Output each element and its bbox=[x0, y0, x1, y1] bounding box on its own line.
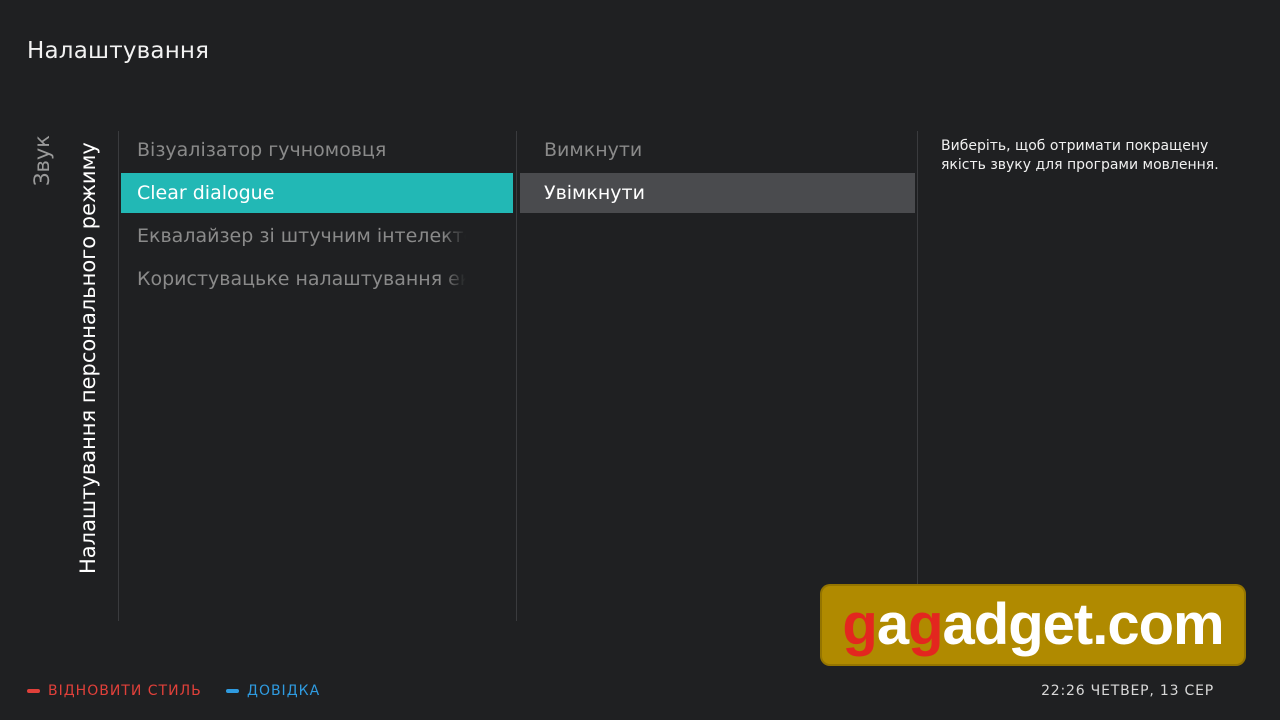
settings-screen: Налаштування Звук Налаштування персональ… bbox=[0, 0, 1280, 720]
blue-key-icon bbox=[226, 689, 239, 693]
breadcrumb-current: Налаштування персонального режиму bbox=[76, 142, 100, 574]
column-divider bbox=[516, 131, 517, 621]
menu-item-custom-equalizer[interactable]: Користувацьке налаштування еквалайзера bbox=[121, 259, 513, 299]
help-text: Виберіть, щоб отримати покращену якість … bbox=[941, 138, 1219, 173]
help-button[interactable]: ДОВІДКА bbox=[226, 683, 320, 699]
watermark-text: gagadget.com bbox=[842, 592, 1224, 657]
menu-item-ai-equalizer[interactable]: Еквалайзер зі штучним інтелектом bbox=[121, 216, 513, 256]
option-list: Вимкнути Увімкнути bbox=[520, 130, 915, 216]
menu-item-clear-dialogue[interactable]: Clear dialogue bbox=[121, 173, 513, 213]
settings-menu: Візуалізатор гучномовця Clear dialogue Е… bbox=[121, 130, 513, 302]
restore-style-button[interactable]: ВІДНОВИТИ СТИЛЬ bbox=[27, 683, 202, 699]
breadcrumb-parent[interactable]: Звук bbox=[30, 135, 54, 186]
option-off[interactable]: Вимкнути bbox=[520, 130, 915, 170]
column-divider bbox=[118, 131, 119, 621]
red-key-icon bbox=[27, 689, 40, 693]
page-title: Налаштування bbox=[27, 38, 210, 64]
column-divider bbox=[917, 131, 918, 621]
option-on[interactable]: Увімкнути bbox=[520, 173, 915, 213]
restore-style-label: ВІДНОВИТИ СТИЛЬ bbox=[48, 683, 202, 699]
menu-item-speaker-visualizer[interactable]: Візуалізатор гучномовця bbox=[121, 130, 513, 170]
watermark-logo: gagadget.com bbox=[820, 584, 1246, 666]
clock-status: 22:26 ЧЕТВЕР, 13 СЕР bbox=[1041, 683, 1214, 699]
help-label: ДОВІДКА bbox=[247, 683, 321, 699]
